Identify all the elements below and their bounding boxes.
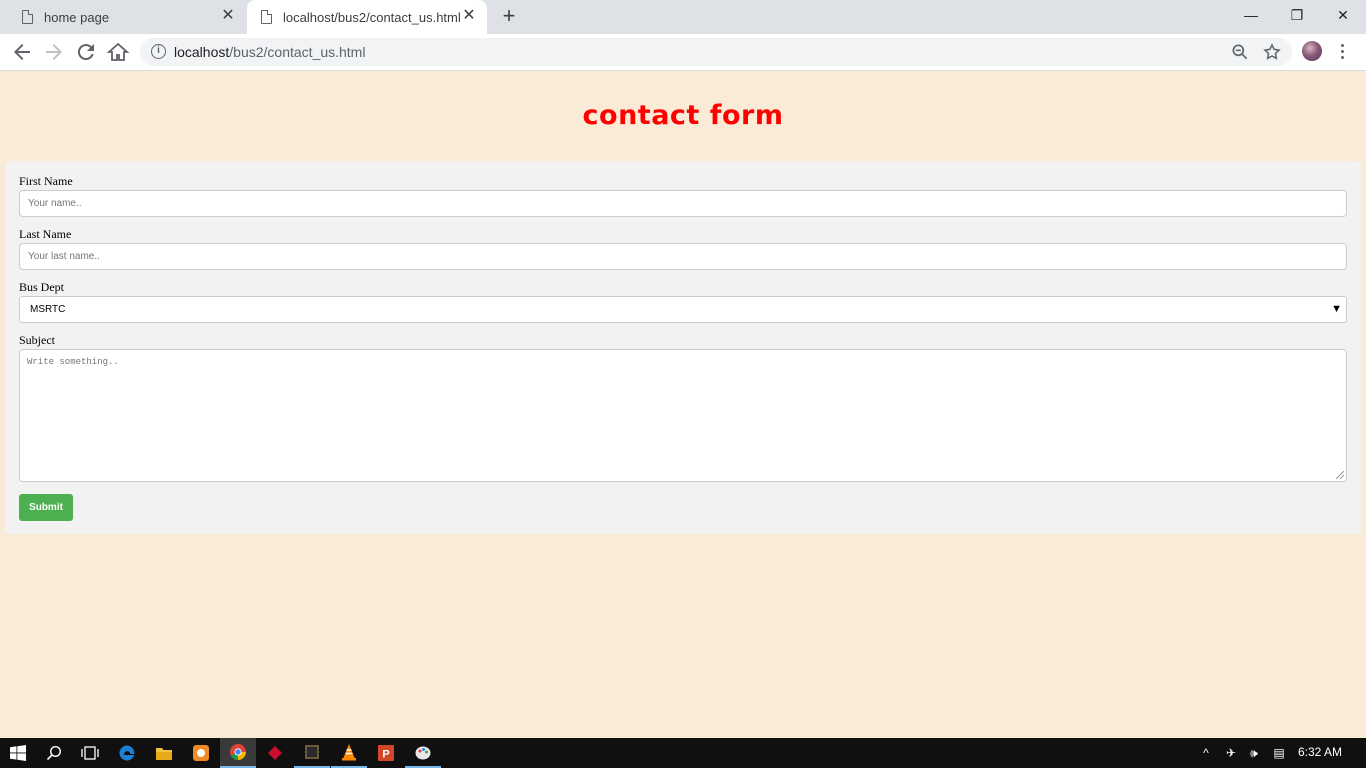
- home-icon[interactable]: [106, 40, 130, 64]
- svg-text:P: P: [382, 749, 389, 761]
- url-path: /bus2/contact_us.html: [229, 44, 366, 60]
- page-icon: [22, 10, 33, 24]
- terminal-app-icon[interactable]: [294, 738, 330, 768]
- notification-icon[interactable]: ▤: [1270, 745, 1288, 761]
- tab-title: localhost/bus2/contact_us.html: [283, 10, 461, 25]
- bus-dept-selected-value: MSRTC: [30, 304, 66, 315]
- bus-dept-label: Bus Dept: [19, 280, 64, 294]
- last-name-placeholder: Your last name..: [28, 251, 100, 262]
- tab-contact-us[interactable]: localhost/bus2/contact_us.html ✕: [247, 0, 487, 34]
- taskbar-clock[interactable]: 6:32 AM: [1298, 745, 1342, 759]
- close-icon[interactable]: ✕: [461, 8, 477, 24]
- forward-arrow-icon[interactable]: [42, 40, 66, 64]
- restore-button[interactable]: ❐: [1274, 0, 1320, 30]
- subject-placeholder: Write something..: [27, 357, 119, 367]
- windows-taskbar: P ^ ✈ 🕪 ▤ 6:32 AM: [0, 738, 1366, 768]
- contact-form: First Name Your name.. Last Name Your la…: [5, 161, 1361, 534]
- tab-title: home page: [44, 10, 110, 25]
- first-name-input[interactable]: Your name..: [19, 190, 1347, 217]
- new-tab-button[interactable]: +: [498, 5, 520, 27]
- chevron-up-icon[interactable]: ^: [1197, 745, 1215, 761]
- last-name-label: Last Name: [19, 227, 72, 241]
- reload-icon[interactable]: [74, 40, 98, 64]
- kebab-menu-icon[interactable]: [1336, 42, 1348, 62]
- subject-label: Subject: [19, 333, 55, 347]
- volume-icon[interactable]: 🕪: [1245, 745, 1263, 761]
- dropdown-arrow-icon: ▼: [1331, 303, 1342, 315]
- zoom-icon[interactable]: [1230, 42, 1250, 62]
- first-name-label: First Name: [19, 174, 73, 188]
- address-bar[interactable]: i localhost/bus2/contact_us.html: [140, 38, 1292, 66]
- task-view-icon[interactable]: [72, 738, 108, 768]
- last-name-input[interactable]: Your last name..: [19, 243, 1347, 270]
- powerpoint-icon[interactable]: P: [368, 738, 404, 768]
- url-text[interactable]: localhost/bus2/contact_us.html: [174, 44, 365, 60]
- resize-handle-icon[interactable]: [1336, 471, 1344, 479]
- edge-icon[interactable]: [109, 738, 145, 768]
- red-app-icon[interactable]: [257, 738, 293, 768]
- bus-dept-select[interactable]: MSRTC ▼: [19, 296, 1347, 323]
- tab-strip: home page ✕ localhost/bus2/contact_us.ht…: [0, 0, 1366, 34]
- bookmark-star-icon[interactable]: [1262, 42, 1282, 62]
- vlc-icon[interactable]: [331, 738, 367, 768]
- tab-home-page[interactable]: home page ✕: [8, 0, 246, 34]
- profile-avatar[interactable]: [1302, 41, 1322, 61]
- paint-icon[interactable]: [405, 738, 441, 768]
- url-host: localhost: [174, 44, 230, 60]
- info-icon[interactable]: i: [151, 44, 166, 59]
- subject-textarea[interactable]: Write something..: [19, 349, 1347, 482]
- submit-button[interactable]: Submit: [19, 494, 73, 521]
- airplane-icon[interactable]: ✈: [1222, 745, 1240, 761]
- page-title: contact form: [582, 100, 784, 131]
- file-explorer-icon[interactable]: [146, 738, 182, 768]
- close-window-button[interactable]: ✕: [1320, 0, 1366, 30]
- start-icon[interactable]: [0, 738, 36, 768]
- browser-toolbar: i localhost/bus2/contact_us.html: [0, 34, 1366, 71]
- page-icon: [261, 10, 272, 24]
- close-icon[interactable]: ✕: [220, 8, 236, 24]
- minimize-button[interactable]: —: [1228, 0, 1274, 30]
- first-name-placeholder: Your name..: [28, 198, 82, 209]
- weather-app-icon[interactable]: [183, 738, 219, 768]
- chrome-icon[interactable]: [220, 738, 256, 768]
- back-arrow-icon[interactable]: [10, 40, 34, 64]
- search-icon[interactable]: [36, 738, 72, 768]
